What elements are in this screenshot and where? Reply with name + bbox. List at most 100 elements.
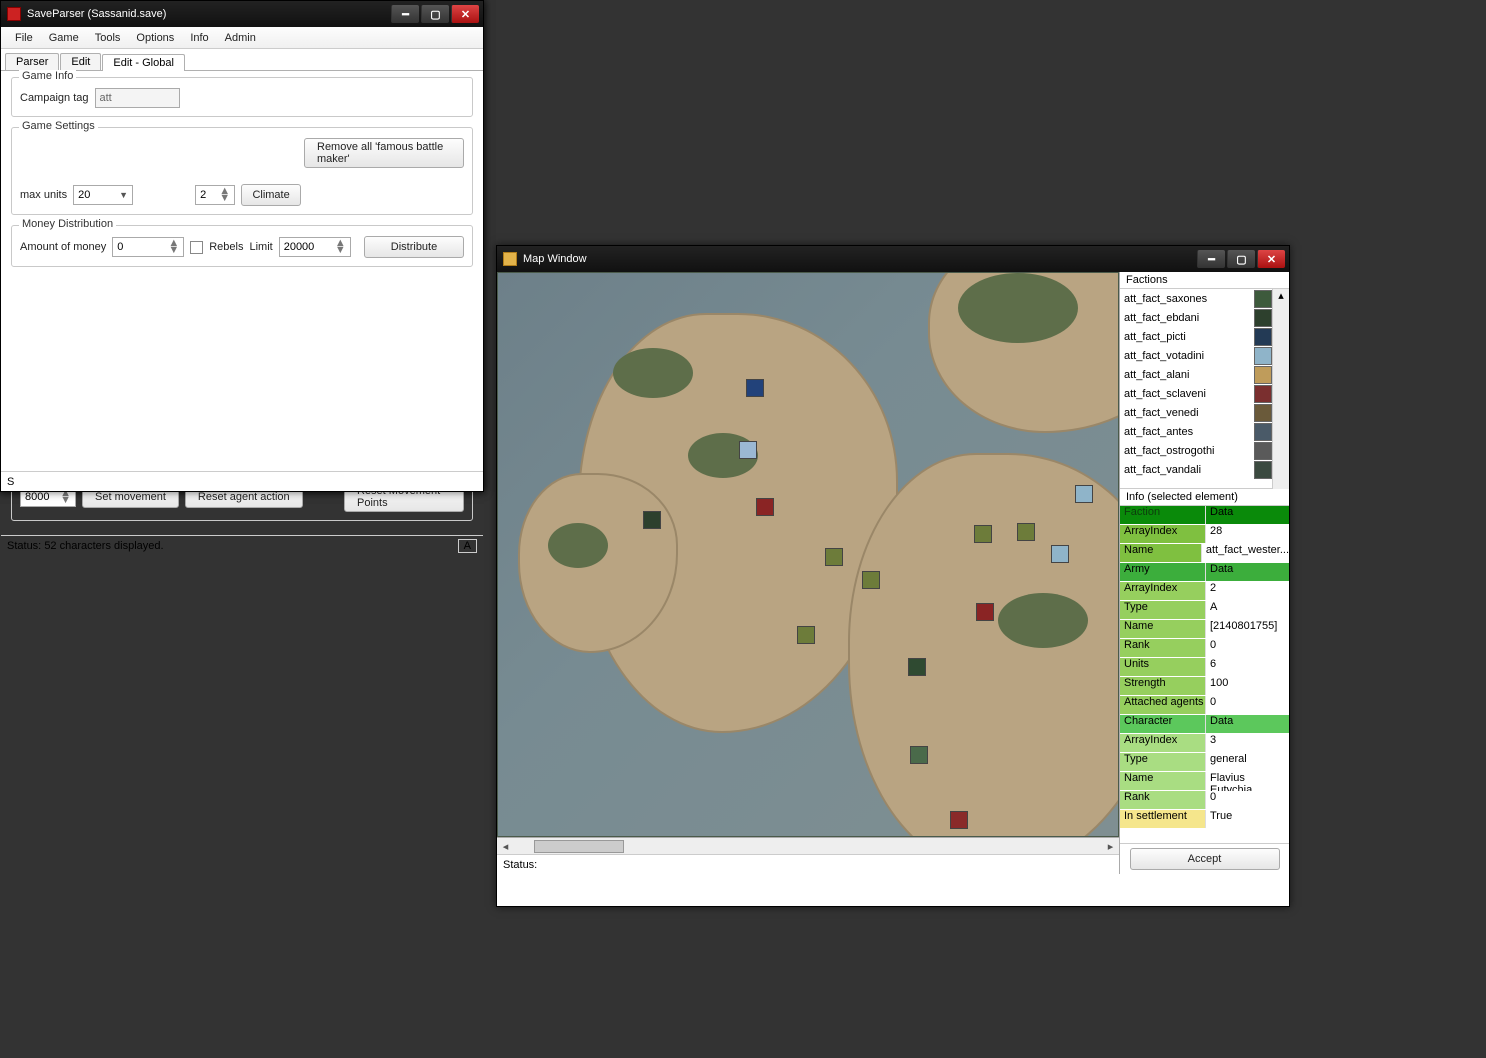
close-button[interactable]: ✕ bbox=[451, 5, 479, 23]
map-marker[interactable] bbox=[739, 441, 757, 459]
faction-list[interactable]: att_fact_saxonesatt_fact_ebdaniatt_fact_… bbox=[1120, 289, 1272, 489]
window-map: Map Window ━ ▢ ✕ ◂ bbox=[496, 245, 1290, 907]
titlebar[interactable]: Map Window ━ ▢ ✕ bbox=[497, 246, 1289, 272]
faction-row[interactable]: att_fact_picti bbox=[1120, 327, 1272, 346]
amount-spinner[interactable]: 0▲▼ bbox=[112, 237, 184, 257]
info-row[interactable]: Typegeneral bbox=[1120, 753, 1289, 772]
legend: Money Distribution bbox=[19, 218, 116, 230]
info-row[interactable]: ArrayIndex2 bbox=[1120, 582, 1289, 601]
menu-options[interactable]: Options bbox=[128, 30, 182, 46]
statusbar: Status: 52 characters displayed. A bbox=[1, 535, 483, 555]
info-value: [2140801755] bbox=[1205, 620, 1289, 638]
info-row[interactable]: Rank0 bbox=[1120, 791, 1289, 810]
horizontal-scrollbar[interactable]: ◂ ▸ bbox=[497, 837, 1119, 854]
map-canvas[interactable] bbox=[497, 272, 1119, 837]
tab-edit[interactable]: Edit bbox=[60, 53, 101, 70]
faction-row[interactable]: att_fact_sclaveni bbox=[1120, 384, 1272, 403]
map-marker[interactable] bbox=[797, 626, 815, 644]
menu-tools[interactable]: Tools bbox=[87, 30, 129, 46]
map-marker[interactable] bbox=[1017, 523, 1035, 541]
statusbar: Status: bbox=[497, 854, 1119, 874]
info-row[interactable]: ArrayIndex28 bbox=[1120, 525, 1289, 544]
climate-spinner[interactable]: 2▲▼ bbox=[195, 185, 235, 205]
faction-color-swatch bbox=[1254, 328, 1272, 346]
amount-label: Amount of money bbox=[20, 241, 106, 253]
status-label: Status: bbox=[503, 859, 537, 871]
minimize-button[interactable]: ━ bbox=[1197, 250, 1225, 268]
tab-edit-global[interactable]: Edit - Global bbox=[102, 54, 185, 71]
limit-spinner[interactable]: 20000▲▼ bbox=[279, 237, 351, 257]
faction-row[interactable]: att_fact_vandali bbox=[1120, 460, 1272, 479]
info-row[interactable]: Units6 bbox=[1120, 658, 1289, 677]
faction-name: att_fact_sclaveni bbox=[1120, 388, 1252, 400]
map-marker[interactable] bbox=[974, 525, 992, 543]
map-marker[interactable] bbox=[756, 498, 774, 516]
scroll-right-icon[interactable]: ▸ bbox=[1102, 840, 1119, 853]
faction-row[interactable]: att_fact_venedi bbox=[1120, 403, 1272, 422]
scroll-thumb[interactable] bbox=[534, 840, 624, 853]
faction-row[interactable]: att_fact_ostrogothi bbox=[1120, 441, 1272, 460]
faction-row[interactable]: att_fact_votadini bbox=[1120, 346, 1272, 365]
maximize-button[interactable]: ▢ bbox=[421, 5, 449, 23]
info-key: Faction bbox=[1120, 506, 1205, 524]
info-row[interactable]: In settlementTrue bbox=[1120, 810, 1289, 829]
info-row[interactable]: FactionData bbox=[1120, 506, 1289, 525]
minimize-button[interactable]: ━ bbox=[391, 5, 419, 23]
app-icon bbox=[7, 7, 21, 21]
faction-row[interactable]: att_fact_alani bbox=[1120, 365, 1272, 384]
faction-row[interactable]: att_fact_saxones bbox=[1120, 289, 1272, 308]
info-row[interactable]: Nameatt_fact_wester... bbox=[1120, 544, 1289, 563]
info-row[interactable]: NameFlavius Eutychia... bbox=[1120, 772, 1289, 791]
distribute-button[interactable]: Distribute bbox=[364, 236, 464, 258]
window-title: Map Window bbox=[523, 253, 1195, 265]
info-row[interactable]: CharacterData bbox=[1120, 715, 1289, 734]
info-row[interactable]: TypeA bbox=[1120, 601, 1289, 620]
info-row[interactable]: Rank0 bbox=[1120, 639, 1289, 658]
map-marker[interactable] bbox=[908, 658, 926, 676]
max-units-combo[interactable]: 20▼ bbox=[73, 185, 133, 205]
client-area: Game Info Campaign tag att Game Settings… bbox=[1, 71, 483, 281]
tab-parser[interactable]: Parser bbox=[5, 53, 59, 70]
map-marker[interactable] bbox=[1075, 485, 1093, 503]
close-button[interactable]: ✕ bbox=[1257, 250, 1285, 268]
faction-color-swatch bbox=[1254, 347, 1272, 365]
map-marker[interactable] bbox=[976, 603, 994, 621]
info-key: ArrayIndex bbox=[1120, 582, 1205, 600]
status-right: A bbox=[458, 539, 477, 553]
menu-game[interactable]: Game bbox=[41, 30, 87, 46]
climate-button[interactable]: Climate bbox=[241, 184, 301, 206]
map-marker[interactable] bbox=[950, 811, 968, 829]
info-row[interactable]: ArrayIndex3 bbox=[1120, 734, 1289, 753]
faction-list-scrollbar[interactable]: ▴ bbox=[1272, 289, 1289, 489]
faction-color-swatch bbox=[1254, 385, 1272, 403]
faction-row[interactable]: att_fact_ebdani bbox=[1120, 308, 1272, 327]
scroll-left-icon[interactable]: ◂ bbox=[497, 840, 514, 853]
info-row[interactable]: ArmyData bbox=[1120, 563, 1289, 582]
info-row[interactable]: Strength100 bbox=[1120, 677, 1289, 696]
info-row[interactable]: Attached agents0 bbox=[1120, 696, 1289, 715]
map-marker[interactable] bbox=[643, 511, 661, 529]
faction-row[interactable]: att_fact_antes bbox=[1120, 422, 1272, 441]
menu-info[interactable]: Info bbox=[182, 30, 216, 46]
maximize-button[interactable]: ▢ bbox=[1227, 250, 1255, 268]
map-marker[interactable] bbox=[746, 379, 764, 397]
info-key: Character bbox=[1120, 715, 1205, 733]
group-money-distribution: Money Distribution Amount of money 0▲▼ R… bbox=[11, 225, 473, 267]
faction-color-swatch bbox=[1254, 423, 1272, 441]
map-marker[interactable] bbox=[862, 571, 880, 589]
map-marker[interactable] bbox=[825, 548, 843, 566]
titlebar[interactable]: SaveParser (Sassanid.save) ━ ▢ ✕ bbox=[1, 1, 483, 27]
info-table[interactable]: FactionDataArrayIndex28Nameatt_fact_west… bbox=[1120, 506, 1289, 843]
info-row[interactable]: Name[2140801755] bbox=[1120, 620, 1289, 639]
menu-file[interactable]: File bbox=[7, 30, 41, 46]
remove-famous-battle-maker-button[interactable]: Remove all 'famous battle maker' bbox=[304, 138, 464, 168]
menu-admin[interactable]: Admin bbox=[217, 30, 264, 46]
faction-color-swatch bbox=[1254, 309, 1272, 327]
info-key: Strength bbox=[1120, 677, 1205, 695]
accept-button[interactable]: Accept bbox=[1130, 848, 1280, 870]
info-key: In settlement bbox=[1120, 810, 1205, 828]
map-marker[interactable] bbox=[910, 746, 928, 764]
map-marker[interactable] bbox=[1051, 545, 1069, 563]
info-key: Name bbox=[1120, 620, 1205, 638]
rebels-checkbox[interactable] bbox=[190, 241, 203, 254]
